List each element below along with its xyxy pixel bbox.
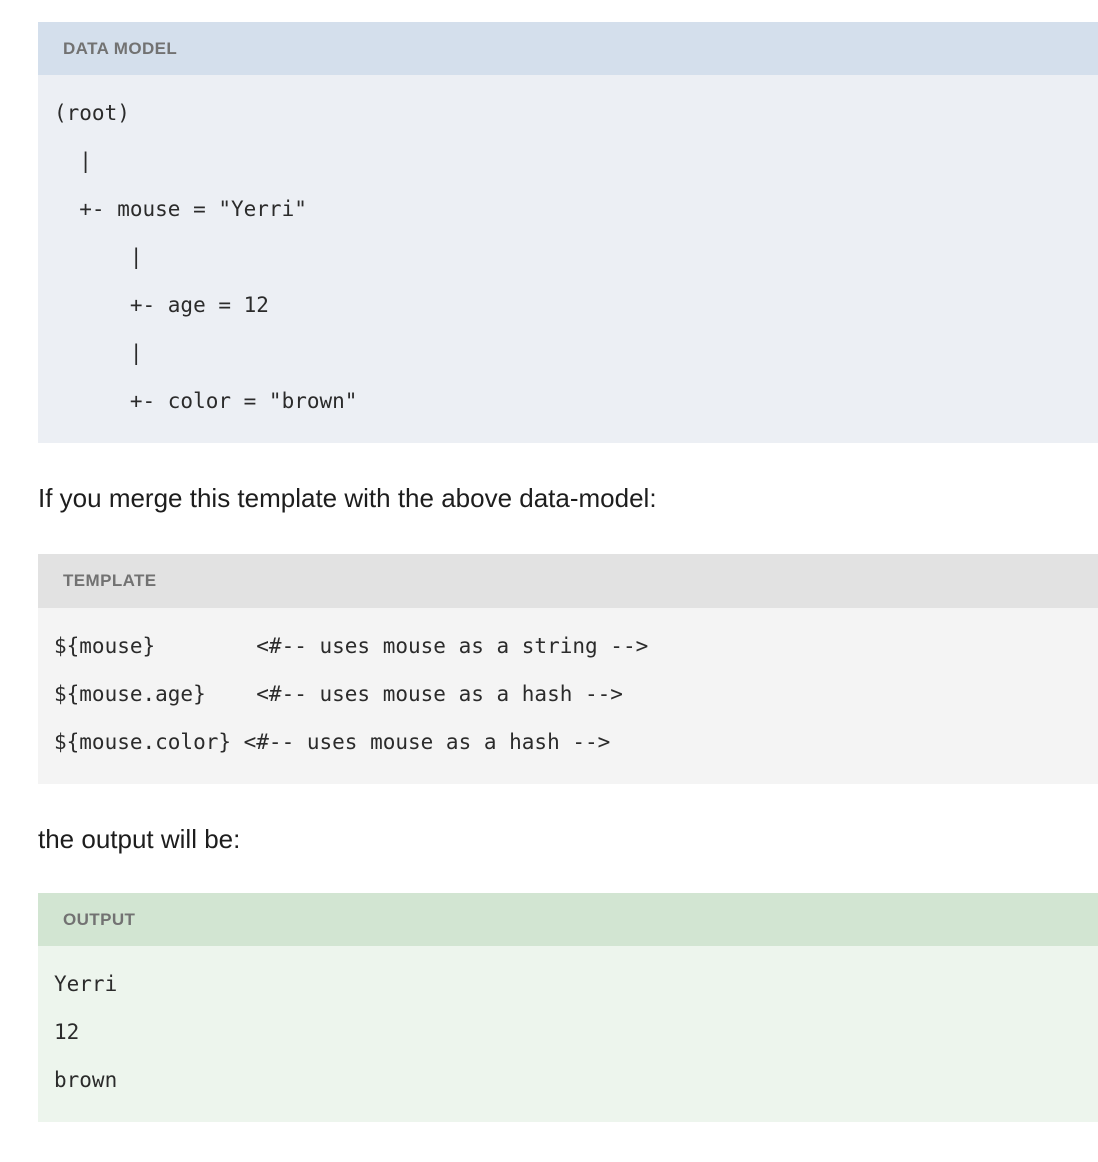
code-line: +- mouse = "Yerri" [54, 197, 307, 222]
code-line: Yerri [54, 972, 118, 997]
code-line: ${mouse.color} <#-- uses mouse as a hash… [54, 729, 611, 754]
code-line: | [54, 245, 143, 270]
output-code-content: Yerri 12 brown [38, 946, 1098, 1123]
code-line: | [54, 341, 143, 366]
documentation-page: DATA MODEL (root) | +- mouse = "Yerri" |… [0, 0, 1098, 1123]
code-line: ${mouse} <#-- uses mouse as a string --> [54, 633, 649, 658]
code-line: | [54, 149, 92, 174]
code-line: +- age = 12 [54, 293, 269, 318]
output-block-title: OUTPUT [38, 892, 1098, 947]
data-model-code-block: DATA MODEL (root) | +- mouse = "Yerri" |… [0, 22, 1098, 444]
code-line: ${mouse.age} <#-- uses mouse as a hash -… [54, 681, 623, 706]
data-model-block-title: DATA MODEL [38, 22, 1098, 76]
merge-intro-paragraph: If you merge this template with the abov… [38, 483, 657, 514]
output-code-block: OUTPUT Yerri 12 brown [0, 892, 1098, 1123]
output-intro-paragraph: the output will be: [38, 823, 241, 854]
code-line: 12 [54, 1020, 80, 1045]
code-line: brown [54, 1068, 118, 1093]
data-model-code-content: (root) | +- mouse = "Yerri" | +- age = 1… [38, 75, 1098, 444]
code-line: +- color = "brown" [54, 389, 358, 414]
template-block-title: TEMPLATE [38, 554, 1098, 608]
template-code-block: TEMPLATE ${mouse} <#-- uses mouse as a s… [0, 554, 1098, 784]
template-code-content: ${mouse} <#-- uses mouse as a string -->… [38, 607, 1098, 784]
code-line: (root) [54, 101, 130, 126]
